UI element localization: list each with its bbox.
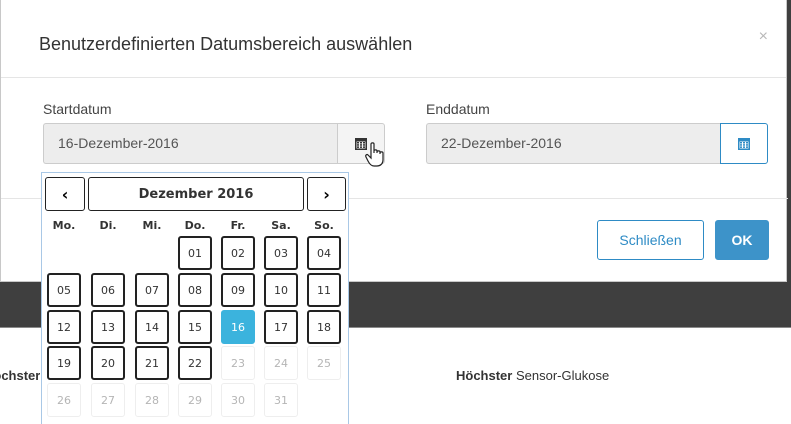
background-right-label: Höchster Sensor-Glukose bbox=[456, 368, 610, 383]
close-button[interactable]: Schließen bbox=[597, 220, 704, 260]
calendar-day: 31 bbox=[264, 383, 298, 417]
calendar-day[interactable]: 20 bbox=[91, 346, 125, 380]
weekday-header: So. bbox=[314, 219, 334, 232]
calendar-day[interactable]: 06 bbox=[91, 273, 125, 307]
ok-button[interactable]: OK bbox=[715, 220, 769, 260]
calendar-day[interactable]: 17 bbox=[264, 310, 298, 344]
modal-header: Benutzerdefinierten Datumsbereich auswäh… bbox=[1, 0, 786, 78]
calendar-day[interactable]: 07 bbox=[135, 273, 169, 307]
end-date-calendar-button[interactable] bbox=[720, 123, 768, 164]
calendar-icon bbox=[738, 137, 750, 150]
calendar-day[interactable]: 21 bbox=[135, 346, 169, 380]
previous-month-button[interactable]: ‹ bbox=[45, 177, 85, 211]
selected-day[interactable]: 16 bbox=[221, 310, 255, 344]
calendar-day: 29 bbox=[178, 383, 212, 417]
calendar-day[interactable]: 22 bbox=[178, 346, 212, 380]
calendar-day: 24 bbox=[264, 346, 298, 380]
calendar-day[interactable]: 11 bbox=[307, 273, 341, 307]
weekday-header: Do. bbox=[184, 219, 206, 232]
calendar-day: 27 bbox=[91, 383, 125, 417]
next-month-button[interactable]: › bbox=[307, 177, 346, 211]
calendar-day[interactable]: 12 bbox=[47, 310, 81, 344]
weekday-header: Sa. bbox=[271, 219, 291, 232]
start-date-label: Startdatum bbox=[43, 101, 112, 117]
calendar-day: 23 bbox=[221, 346, 255, 380]
calendar-day[interactable]: 08 bbox=[178, 273, 212, 307]
start-date-group: 16-Dezember-2016 bbox=[43, 123, 385, 164]
calendar-day: 30 bbox=[221, 383, 255, 417]
calendar-day[interactable]: 02 bbox=[221, 236, 255, 270]
hand-pointer-icon bbox=[365, 142, 384, 167]
calendar-day: 28 bbox=[135, 383, 169, 417]
calendar-day[interactable]: 19 bbox=[47, 346, 81, 380]
calendar-day[interactable]: 03 bbox=[264, 236, 298, 270]
datepicker: ‹ Dezember 2016 › Mo. Di. Mi. Do. Fr. Sa. So. 0… bbox=[41, 172, 349, 424]
calendar-day: 25 bbox=[307, 346, 341, 380]
calendar-day[interactable]: 09 bbox=[221, 273, 255, 307]
calendar-day[interactable]: 13 bbox=[91, 310, 125, 344]
weekday-header: Di. bbox=[99, 219, 117, 232]
background-left-label: Höchster bbox=[0, 368, 40, 383]
calendar-day[interactable]: 18 bbox=[307, 310, 341, 344]
weekday-header: Mo. bbox=[52, 219, 76, 232]
end-date-input[interactable]: 22-Dezember-2016 bbox=[426, 123, 720, 164]
calendar-day: 26 bbox=[47, 383, 81, 417]
modal-title: Benutzerdefinierten Datumsbereich auswäh… bbox=[39, 34, 413, 54]
calendar-day[interactable]: 14 bbox=[135, 310, 169, 344]
month-title[interactable]: Dezember 2016 bbox=[88, 177, 304, 211]
start-date-input[interactable]: 16-Dezember-2016 bbox=[43, 123, 337, 164]
calendar-day[interactable]: 15 bbox=[178, 310, 212, 344]
end-date-group: 22-Dezember-2016 bbox=[426, 123, 768, 164]
calendar-day[interactable]: 01 bbox=[178, 236, 212, 270]
calendar-day[interactable]: 05 bbox=[47, 273, 81, 307]
calendar-day[interactable]: 10 bbox=[264, 273, 298, 307]
calendar-day[interactable]: 04 bbox=[307, 236, 341, 270]
close-icon[interactable]: × bbox=[759, 28, 768, 46]
weekday-header: Fr. bbox=[230, 219, 246, 232]
weekday-header: Mi. bbox=[142, 219, 162, 232]
end-date-label: Enddatum bbox=[426, 101, 490, 117]
